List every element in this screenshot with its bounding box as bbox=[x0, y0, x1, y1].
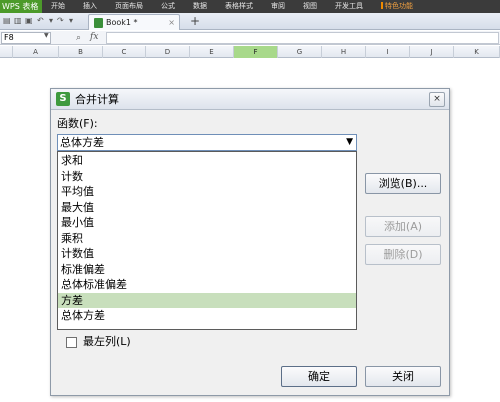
dropdown-option-min[interactable]: 最小值 bbox=[58, 215, 356, 231]
add-button[interactable]: 添加(A) bbox=[365, 216, 441, 237]
column-header-g[interactable]: G bbox=[278, 46, 322, 58]
column-header-d[interactable]: D bbox=[146, 46, 190, 58]
chevron-down-icon[interactable]: ▼ bbox=[44, 32, 49, 39]
column-header-row: A B C D E F G H I J K bbox=[0, 46, 500, 58]
formula-input[interactable] bbox=[106, 32, 499, 44]
ribbon-tab-table-style[interactable]: 表格样式 bbox=[216, 0, 262, 13]
ribbon-tab-special-features[interactable]: 特色功能 bbox=[372, 0, 422, 13]
column-header-k[interactable]: K bbox=[454, 46, 500, 58]
new-tab-icon[interactable]: + bbox=[190, 14, 200, 28]
ribbon-tab-insert[interactable]: 插入 bbox=[74, 0, 106, 13]
close-button[interactable]: 关闭 bbox=[365, 366, 441, 387]
document-tab[interactable]: Book1 * × bbox=[88, 14, 180, 30]
dialog-title: 合并计算 bbox=[75, 93, 119, 106]
dropdown-option-average[interactable]: 平均值 bbox=[58, 184, 356, 200]
undo-dropdown-icon[interactable]: ▾ bbox=[49, 16, 53, 26]
column-header-e[interactable]: E bbox=[190, 46, 234, 58]
column-header-h[interactable]: H bbox=[322, 46, 366, 58]
column-header-a[interactable]: A bbox=[13, 46, 59, 58]
column-header-i[interactable]: I bbox=[366, 46, 410, 58]
customize-dropdown-icon[interactable]: ▾ bbox=[69, 16, 73, 26]
leftmost-column-checkbox[interactable] bbox=[66, 336, 77, 348]
ribbon-tab-bar: WPS 表格 开始 插入 页面布局 公式 数据 表格样式 审阅 视图 开发工具 … bbox=[0, 0, 500, 13]
redo-icon[interactable]: ↷ bbox=[57, 16, 64, 26]
column-header-f[interactable]: F bbox=[234, 46, 278, 58]
formula-bar: F8 ▼ ⌕ fx bbox=[0, 31, 500, 45]
undo-icon[interactable]: ↶ bbox=[37, 16, 44, 26]
ribbon-tab-data[interactable]: 数据 bbox=[184, 0, 216, 13]
quick-access-toolbar: ▤ ▥ ▣ ↶ ▾ ↷ ▾ Book1 * × + bbox=[0, 13, 500, 30]
dropdown-option-product[interactable]: 乘积 bbox=[58, 231, 356, 247]
ribbon-tab-review[interactable]: 审阅 bbox=[262, 0, 294, 13]
print-icon[interactable]: ▥ bbox=[14, 16, 22, 26]
save-icon[interactable]: ▣ bbox=[25, 16, 33, 26]
dropdown-option-count-numbers[interactable]: 计数值 bbox=[58, 246, 356, 262]
function-label: 函数(F): bbox=[57, 117, 98, 130]
browse-button[interactable]: 浏览(B)... bbox=[365, 173, 441, 194]
dropdown-option-varp[interactable]: 总体方差 bbox=[58, 308, 356, 324]
new-file-icon[interactable]: ▤ bbox=[3, 16, 11, 26]
ribbon-tab-page-layout[interactable]: 页面布局 bbox=[106, 0, 152, 13]
close-tab-icon[interactable]: × bbox=[168, 17, 175, 29]
ribbon-tab-developer[interactable]: 开发工具 bbox=[326, 0, 372, 13]
dropdown-arrow-icon[interactable]: ▼ bbox=[346, 135, 353, 150]
leftmost-column-label: 最左列(L) bbox=[83, 335, 131, 348]
dialog-titlebar[interactable]: S 合并计算 × bbox=[51, 89, 449, 110]
leftmost-column-option[interactable]: 最左列(L) bbox=[66, 335, 131, 349]
select-all-corner[interactable] bbox=[0, 46, 13, 58]
ribbon-tab-home[interactable]: 开始 bbox=[42, 0, 74, 13]
dropdown-option-var[interactable]: 方差 bbox=[58, 292, 356, 308]
function-select-value: 总体方差 bbox=[60, 136, 104, 149]
dropdown-option-sum[interactable]: 求和 bbox=[58, 153, 356, 169]
ribbon-tab-formulas[interactable]: 公式 bbox=[152, 0, 184, 13]
document-name: Book1 * bbox=[106, 18, 138, 27]
spreadsheet-icon bbox=[94, 18, 103, 28]
column-header-j[interactable]: J bbox=[410, 46, 454, 58]
column-header-c[interactable]: C bbox=[103, 46, 146, 58]
zoom-icon[interactable]: ⌕ bbox=[76, 32, 81, 44]
delete-button[interactable]: 删除(D) bbox=[365, 244, 441, 265]
dropdown-option-stdev[interactable]: 标准偏差 bbox=[58, 262, 356, 278]
function-select[interactable]: 总体方差 ▼ bbox=[57, 134, 357, 151]
dropdown-option-stdevp[interactable]: 总体标准偏差 bbox=[58, 277, 356, 293]
app-menu-button[interactable]: WPS 表格 bbox=[0, 0, 42, 13]
close-dialog-button[interactable]: × bbox=[429, 92, 445, 107]
insert-function-icon[interactable]: fx bbox=[90, 31, 98, 44]
function-dropdown-list: 求和 计数 平均值 最大值 最小值 乘积 计数值 标准偏差 总体标准偏差 方差 … bbox=[57, 151, 357, 330]
consolidate-dialog: S 合并计算 × 函数(F): 总体方差 ▼ 求和 计数 平均值 最大值 最小值… bbox=[50, 88, 450, 396]
dropdown-option-max[interactable]: 最大值 bbox=[58, 200, 356, 216]
ribbon-tab-view[interactable]: 视图 bbox=[294, 0, 326, 13]
ok-button[interactable]: 确定 bbox=[281, 366, 357, 387]
dropdown-option-count[interactable]: 计数 bbox=[58, 169, 356, 185]
spreadsheet-app-icon: S bbox=[56, 92, 70, 106]
column-header-b[interactable]: B bbox=[59, 46, 103, 58]
